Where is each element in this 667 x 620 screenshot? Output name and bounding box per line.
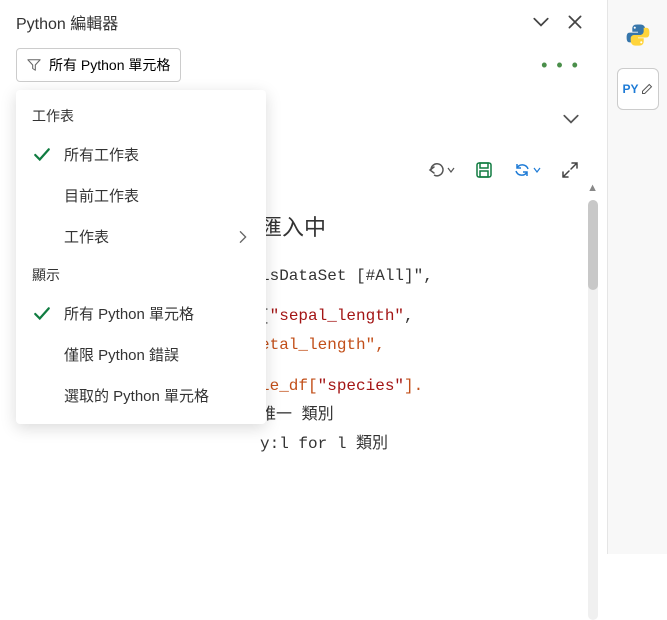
py-label: PY (622, 82, 638, 96)
cell-collapse-icon[interactable] (562, 110, 580, 128)
code-heading: 匯入中 (260, 210, 580, 250)
collapse-icon[interactable] (532, 13, 550, 31)
close-icon[interactable] (566, 13, 584, 31)
menu-item-label: 工作表 (64, 226, 236, 247)
menu-item-all-python-cells[interactable]: 所有 Python 單元格 (16, 293, 266, 334)
menu-item-label: 所有工作表 (64, 144, 250, 165)
check-icon (32, 145, 52, 165)
menu-item-all-worksheets[interactable]: 所有工作表 (16, 134, 266, 175)
panel-title: Python 編輯器 (16, 10, 118, 34)
menu-section-display: 顯示 (16, 257, 266, 293)
menu-item-label: 目前工作表 (64, 185, 250, 206)
check-icon (32, 304, 52, 324)
menu-section-worksheets: 工作表 (16, 98, 266, 134)
undo-icon[interactable] (426, 160, 456, 180)
save-icon[interactable] (474, 160, 494, 180)
py-editor-button[interactable]: PY (617, 68, 659, 110)
chevron-right-icon (236, 230, 250, 244)
filter-label: 所有 Python 單元格 (49, 55, 170, 75)
more-icon[interactable]: • • • (537, 51, 584, 80)
expand-icon[interactable] (560, 160, 580, 180)
menu-item-label: 所有 Python 單元格 (64, 303, 250, 324)
menu-item-label: 選取的 Python 單元格 (64, 385, 250, 406)
python-logo-icon[interactable] (617, 14, 659, 56)
scrollbar[interactable] (588, 200, 598, 620)
menu-item-python-errors-only[interactable]: 僅限 Python 錯誤 (16, 334, 266, 375)
menu-item-current-worksheet[interactable]: 目前工作表 (16, 175, 266, 216)
menu-item-label: 僅限 Python 錯誤 (64, 344, 250, 365)
refresh-icon[interactable] (512, 160, 542, 180)
menu-item-selected-python-cells[interactable]: 選取的 Python 單元格 (16, 375, 266, 416)
scrollbar-thumb[interactable] (588, 200, 598, 290)
filter-dropdown: 工作表 所有工作表 目前工作表 工作表 顯示 所有 Python 單元格 (16, 90, 266, 424)
code-preview: 匯入中 isDataSet [#All]", ["sepal_length", … (260, 210, 580, 458)
filter-icon (27, 58, 41, 72)
filter-button[interactable]: 所有 Python 單元格 (16, 48, 181, 82)
scroll-up-icon[interactable]: ▲ (587, 182, 598, 194)
menu-item-worksheet-submenu[interactable]: 工作表 (16, 216, 266, 257)
right-rail: PY (607, 0, 667, 554)
